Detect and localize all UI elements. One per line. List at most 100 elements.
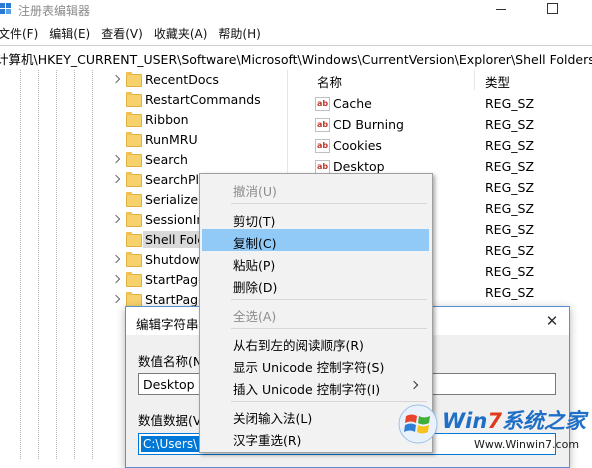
value-type: REG_SZ [485,96,535,111]
value-name-text: Desktop [143,377,195,392]
watermark-brand-7: 7 [487,409,502,433]
folder-icon [126,272,142,287]
value-data-label: 数值数据(V [138,413,202,428]
chevron-right-icon[interactable] [111,214,121,224]
menu-view[interactable]: 查看(V) [101,23,148,43]
value-type: REG_SZ [485,201,535,216]
tree-item-label: RestartCommands [145,92,261,107]
menu-item-copy[interactable]: 复制(C) [202,229,429,251]
regedit-app-icon [0,3,11,14]
folder-icon [126,92,142,107]
chevron-right-icon[interactable] [111,174,121,184]
chevron-right-icon[interactable] [111,294,121,304]
chevron-right-icon[interactable] [111,154,121,164]
watermark-brand-b: 系统之家 [501,409,586,433]
menu-item-label: 显示 Unicode 控制字符(S) [233,360,385,375]
menu-favorites[interactable]: 收藏夹(A) [154,23,213,43]
menu-separator [231,203,427,204]
menu-item-delete[interactable]: 删除(D) [202,273,429,295]
value-data-text: C:\Users\ [143,437,198,451]
chevron-right-icon[interactable] [111,274,121,284]
menu-item-rtl-reading[interactable]: 从右到左的阅读顺序(R) [202,331,429,353]
dialog-title: 编辑字符串 [136,317,199,332]
chevron-right-icon[interactable] [111,74,121,84]
value-type: REG_SZ [485,159,535,174]
tree-item[interactable]: RestartCommands [0,90,287,110]
tree-item[interactable]: RecentDocs [0,70,287,90]
menu-item-label: 删除(D) [233,280,278,295]
menu-file[interactable]: 文件(F) [0,23,43,43]
menu-item-cut[interactable]: 剪切(T) [202,207,429,229]
menu-item-label: 关闭输入法(L) [233,411,313,426]
menu-item-label: 复制(C) [233,236,277,251]
watermark-url: Www.Winwin7.com [474,438,580,451]
menu-item-label: 撤消(U) [233,184,277,199]
menu-separator [231,299,427,300]
tree-item-label: RecentDocs [145,72,219,87]
menu-item-show-unicode[interactable]: 显示 Unicode 控制字符(S) [202,353,429,375]
folder-icon [126,72,142,87]
folder-icon [126,132,142,147]
address-bar[interactable]: 计算机\HKEY_CURRENT_USER\Software\Microsoft… [0,45,592,71]
tree-item-label: Shell Folc [143,231,207,248]
folder-icon [126,232,142,247]
value-name-label: 数值名称(N [138,354,203,369]
window-title: 注册表编辑器 [18,4,91,18]
value-row[interactable]: ab Cookies REG_SZ [309,136,592,157]
address-path[interactable]: 计算机\HKEY_CURRENT_USER\Software\Microsoft… [0,49,592,68]
menu-item-label: 从右到左的阅读顺序(R) [233,338,364,353]
chevron-right-icon[interactable] [111,254,121,264]
value-row[interactable]: ab Cache REG_SZ [309,94,592,115]
column-separator[interactable] [474,70,475,90]
menu-item-undo[interactable]: 撤消(U) [202,177,429,199]
folder-icon [126,152,142,167]
value-row[interactable]: ab CD Burning REG_SZ [309,115,592,136]
title-bar: 注册表编辑器 [0,0,592,20]
tree-item-label: SessionIn [145,212,205,227]
maximize-button[interactable] [534,0,574,20]
value-name: Cache [333,96,372,111]
menu-item-label: 汉字重选(R) [233,433,302,448]
tree-item-label: Ribbon [145,112,189,127]
value-name: Cookies [333,138,382,153]
column-header-type[interactable]: 类型 [485,72,510,91]
tree-item[interactable]: Search [0,150,287,170]
menu-item-label: 粘贴(P) [233,258,276,273]
menu-item-select-all[interactable]: 全选(A) [202,302,429,324]
watermark-title: Win7系统之家 [442,405,586,435]
string-value-icon: ab [315,160,330,174]
menu-item-label: 全选(A) [233,309,277,324]
minimize-button[interactable] [482,0,522,20]
menu-edit[interactable]: 编辑(E) [49,23,95,43]
value-name: Desktop [333,159,385,174]
submenu-arrow-icon [409,380,419,390]
watermark: Win7系统之家 Www.Winwin7.com [392,400,592,459]
string-value-icon: ab [315,139,330,153]
folder-icon [126,192,142,207]
string-value-icon: ab [315,118,330,132]
tree-item[interactable]: RunMRU [0,130,287,150]
menu-item-paste[interactable]: 粘贴(P) [202,251,429,273]
value-type: REG_SZ [485,264,535,279]
tree-item-label: Serialize [145,192,199,207]
folder-icon [126,172,142,187]
close-icon[interactable]: ✕ [544,313,560,329]
tree-item-label: RunMRU [145,132,198,147]
menu-item-insert-unicode[interactable]: 插入 Unicode 控制字符(I) [202,375,429,397]
value-name: CD Burning [333,117,404,132]
folder-icon [126,112,142,127]
menu-help[interactable]: 帮助(H) [218,23,265,43]
folder-icon [126,252,142,267]
column-header-name[interactable]: 名称 [317,72,342,91]
value-type: REG_SZ [485,243,535,258]
menu-separator [231,328,427,329]
value-type: REG_SZ [485,138,535,153]
tree-item[interactable]: Ribbon [0,110,287,130]
tree-item-label: Search [145,152,188,167]
folder-icon [126,212,142,227]
string-value-icon: ab [315,97,330,111]
windows-flag-logo [398,404,438,444]
menu-bar: 文件(F) 编辑(E) 查看(V) 收藏夹(A) 帮助(H) [0,23,272,43]
watermark-brand-a: Win [442,409,488,433]
menu-item-label: 剪切(T) [233,214,276,229]
